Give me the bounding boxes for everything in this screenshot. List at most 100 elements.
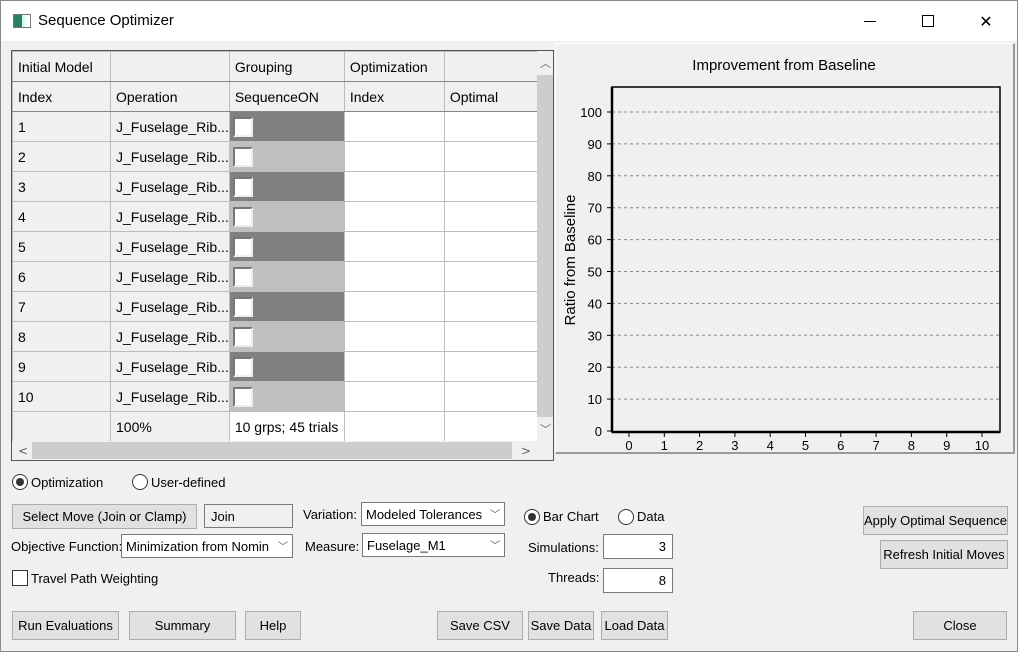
column-header-index[interactable]: Index <box>12 81 111 112</box>
row-grouping-cell[interactable] <box>228 111 345 142</box>
save-csv-button[interactable]: Save CSV <box>437 611 523 640</box>
row-optimal[interactable] <box>443 141 541 172</box>
minimize-button[interactable] <box>847 1 893 41</box>
table-row[interactable]: 8 J_Fuselage_Rib... <box>12 321 541 352</box>
row-opt-index[interactable] <box>343 171 445 202</box>
sequence-on-checkbox[interactable] <box>232 176 253 197</box>
vertical-scrollbar[interactable]: ︿ ﹀ <box>537 51 553 443</box>
scroll-right-icon[interactable]: > <box>517 441 535 460</box>
row-optimal[interactable] <box>443 201 541 232</box>
row-grouping-cell[interactable] <box>228 351 345 382</box>
load-data-button[interactable]: Load Data <box>601 611 668 640</box>
sequence-on-checkbox[interactable] <box>232 266 253 287</box>
row-index[interactable]: 6 <box>12 261 111 292</box>
row-operation[interactable]: J_Fuselage_Rib... <box>110 201 230 232</box>
row-grouping-cell[interactable] <box>228 261 345 292</box>
sequence-on-checkbox[interactable] <box>232 296 253 317</box>
table-row[interactable]: 6 J_Fuselage_Rib... <box>12 261 541 292</box>
column-header[interactable] <box>443 51 541 82</box>
row-index[interactable]: 1 <box>12 111 111 142</box>
threads-input[interactable]: 8 <box>603 568 673 593</box>
table-row[interactable]: 9 J_Fuselage_Rib... <box>12 351 541 382</box>
scroll-left-icon[interactable]: < <box>14 441 32 460</box>
close-window-button[interactable]: ✕ <box>963 1 1009 41</box>
column-header-sequenceon[interactable]: SequenceON <box>228 81 345 112</box>
row-optimal[interactable] <box>443 321 541 352</box>
row-operation[interactable]: J_Fuselage_Rib... <box>110 111 230 142</box>
row-grouping-cell[interactable] <box>228 321 345 352</box>
row-grouping-cell[interactable] <box>228 141 345 172</box>
travel-path-weighting-label[interactable]: Travel Path Weighting <box>31 571 158 586</box>
column-header-opt-index[interactable]: Index <box>343 81 445 112</box>
column-header[interactable]: Grouping <box>228 51 345 82</box>
row-opt-index[interactable] <box>343 201 445 232</box>
row-index[interactable]: 7 <box>12 291 111 322</box>
vertical-scroll-thumb[interactable] <box>537 75 553 417</box>
user-defined-radio-label[interactable]: User-defined <box>151 475 225 490</box>
column-header[interactable]: Initial Model <box>12 51 111 82</box>
column-header-optimal[interactable]: Optimal <box>443 81 541 112</box>
table-row[interactable]: 1 J_Fuselage_Rib... <box>12 111 541 142</box>
row-index[interactable]: 2 <box>12 141 111 172</box>
row-opt-index[interactable] <box>343 231 445 262</box>
sequence-on-checkbox[interactable] <box>232 236 253 257</box>
row-opt-index[interactable] <box>343 321 445 352</box>
row-opt-index[interactable] <box>343 351 445 382</box>
sequence-on-checkbox[interactable] <box>232 326 253 347</box>
optimization-radio-label[interactable]: Optimization <box>31 475 103 490</box>
row-opt-index[interactable] <box>343 261 445 292</box>
row-opt-index[interactable] <box>343 141 445 172</box>
refresh-initial-moves-button[interactable]: Refresh Initial Moves <box>880 540 1008 569</box>
row-operation[interactable]: J_Fuselage_Rib... <box>110 171 230 202</box>
row-optimal[interactable] <box>443 351 541 382</box>
row-grouping-cell[interactable] <box>228 231 345 262</box>
row-optimal[interactable] <box>443 261 541 292</box>
column-header-operation[interactable]: Operation <box>110 81 230 112</box>
select-move-button[interactable]: Select Move (Join or Clamp) <box>12 504 197 529</box>
sequence-on-checkbox[interactable] <box>232 146 253 167</box>
horizontal-scroll-thumb[interactable] <box>32 442 512 459</box>
table-row[interactable]: 5 J_Fuselage_Rib... <box>12 231 541 262</box>
row-index[interactable]: 10 <box>12 381 111 412</box>
row-index[interactable]: 5 <box>12 231 111 262</box>
row-operation[interactable]: J_Fuselage_Rib... <box>110 321 230 352</box>
table-row[interactable]: 7 J_Fuselage_Rib... <box>12 291 541 322</box>
optimization-radio[interactable] <box>12 474 28 490</box>
row-operation[interactable]: J_Fuselage_Rib... <box>110 141 230 172</box>
move-type-field[interactable]: Join <box>204 504 293 528</box>
sequence-on-checkbox[interactable] <box>232 206 253 227</box>
table-row[interactable]: 3 J_Fuselage_Rib... <box>12 171 541 202</box>
row-optimal[interactable] <box>443 171 541 202</box>
row-opt-index[interactable] <box>343 291 445 322</box>
measure-dropdown[interactable]: Fuselage_M1 ﹀ <box>362 533 505 557</box>
table-row[interactable]: 2 J_Fuselage_Rib... <box>12 141 541 172</box>
sequence-on-checkbox[interactable] <box>232 116 253 137</box>
sequence-grid[interactable]: Initial Model Grouping Optimization Inde… <box>11 50 554 461</box>
row-optimal[interactable] <box>443 231 541 262</box>
objective-function-dropdown[interactable]: Minimization from Nomin ﹀ <box>121 534 293 558</box>
row-optimal[interactable] <box>443 381 541 412</box>
close-button[interactable]: Close <box>913 611 1007 640</box>
row-grouping-cell[interactable] <box>228 171 345 202</box>
help-button[interactable]: Help <box>245 611 301 640</box>
row-index[interactable]: 3 <box>12 171 111 202</box>
row-operation[interactable]: J_Fuselage_Rib... <box>110 351 230 382</box>
apply-optimal-sequence-button[interactable]: Apply Optimal Sequence <box>863 506 1008 535</box>
row-operation[interactable]: J_Fuselage_Rib... <box>110 231 230 262</box>
data-radio-label[interactable]: Data <box>637 509 664 524</box>
row-opt-index[interactable] <box>343 111 445 142</box>
column-header[interactable] <box>110 51 230 82</box>
user-defined-radio[interactable] <box>132 474 148 490</box>
save-data-button[interactable]: Save Data <box>528 611 594 640</box>
horizontal-scrollbar[interactable]: < > <box>12 441 537 460</box>
scroll-down-icon[interactable]: ﹀ <box>537 419 553 439</box>
sequence-on-checkbox[interactable] <box>232 386 253 407</box>
bar-chart-radio[interactable] <box>524 509 540 525</box>
bar-chart-radio-label[interactable]: Bar Chart <box>543 509 599 524</box>
table-row[interactable]: 4 J_Fuselage_Rib... <box>12 201 541 232</box>
travel-path-weighting-checkbox[interactable] <box>12 570 28 586</box>
row-grouping-cell[interactable] <box>228 381 345 412</box>
run-evaluations-button[interactable]: Run Evaluations <box>12 611 119 640</box>
row-grouping-cell[interactable] <box>228 201 345 232</box>
table-row[interactable]: 10 J_Fuselage_Rib... <box>12 381 541 412</box>
